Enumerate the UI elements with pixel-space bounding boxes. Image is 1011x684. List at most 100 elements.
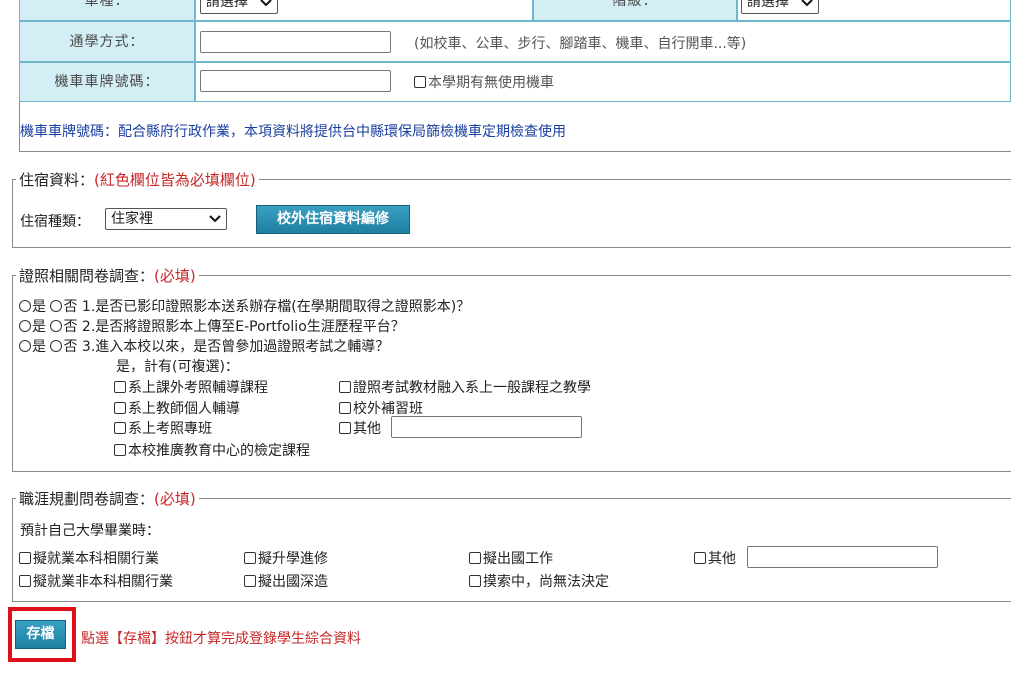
career-option-5-checkbox[interactable] [19, 575, 31, 587]
chevron-down-icon [209, 215, 221, 223]
no-motorcycle-option[interactable]: 本學期有無使用機車 [414, 72, 554, 92]
career-survey-legend-required: (必填) [154, 490, 196, 508]
license-option-7-checkbox[interactable] [114, 444, 126, 456]
license-option-5-checkbox[interactable] [114, 422, 126, 434]
license-option-6-label: 其他 [353, 421, 381, 437]
save-note: 點選【存檔】按鈕才算完成登錄學生綜合資料 [81, 631, 361, 647]
license-option-5[interactable]: 系上考照專班 [114, 418, 212, 438]
q2-yes-radio[interactable] [19, 320, 31, 332]
career-survey-legend: 職涯規劃問卷調查：(必填) [16, 488, 199, 509]
commute-label-text: 通學方式： [69, 34, 145, 50]
q3-yes-radio[interactable] [19, 340, 31, 352]
q1-text: 1.是否已影印證照影本送系辦存檔(在學期間取得之證照影本)？ [81, 299, 471, 315]
license-option-5-label: 系上考照專班 [128, 421, 212, 437]
q1-yes-label: 是 [32, 299, 46, 315]
career-option-3[interactable]: 擬出國工作 [469, 548, 553, 568]
q2-text: 2.是否將證照影本上傳至E-Portfolio生涯歷程平台？ [81, 319, 405, 335]
career-option-3-checkbox[interactable] [469, 552, 481, 564]
lodging-legend-text: 住宿資料： [19, 171, 95, 189]
commute-input[interactable] [200, 31, 391, 53]
career-option-5-label: 擬就業非本科相關行業 [33, 574, 173, 590]
plate-label-text: 機車車牌號碼： [54, 74, 160, 90]
offcampus-lodging-edit-button[interactable]: 校外住宿資料編修 [256, 205, 410, 234]
career-option-1[interactable]: 擬就業本科相關行業 [19, 548, 159, 568]
plate-label: 機車車牌號碼： [19, 62, 195, 102]
career-option-4[interactable]: 其他 [694, 548, 736, 568]
rank-select-value: 請選擇 [747, 0, 789, 10]
career-option-2-label: 擬升學進修 [258, 551, 328, 567]
q3-no-label: 否 [63, 339, 78, 355]
career-option-2[interactable]: 擬升學進修 [244, 548, 328, 568]
license-option-1-checkbox[interactable] [114, 381, 126, 393]
license-sub-prompt: 是，計有(可複選)： [116, 359, 239, 375]
license-option-1[interactable]: 系上課外考照輔導課程 [114, 377, 268, 397]
license-option-3-label: 系上教師個人輔導 [128, 401, 240, 417]
license-survey-legend-text: 證照相關問卷調查： [19, 267, 155, 285]
license-option-2[interactable]: 證照考試教材融入系上一般課程之教學 [339, 377, 591, 397]
license-option-6-checkbox[interactable] [339, 422, 351, 434]
license-question-1: 是 否 1.是否已影印證照影本送系辦存檔(在學期間取得之證照影本)？ [19, 296, 470, 316]
plate-input[interactable] [200, 70, 391, 92]
q3-text: 3.進入本校以來，是否曾參加過證照考試之輔導？ [81, 339, 390, 355]
license-option-3[interactable]: 系上教師個人輔導 [114, 398, 240, 418]
career-option-3-label: 擬出國工作 [483, 551, 553, 567]
no-motorcycle-label: 本學期有無使用機車 [428, 75, 554, 91]
license-option-4-label: 校外補習班 [353, 401, 423, 417]
q1-no-radio[interactable] [50, 300, 63, 312]
career-other-input[interactable] [747, 546, 938, 568]
license-option-2-checkbox[interactable] [339, 381, 351, 393]
career-option-6-label: 擬出國深造 [258, 574, 328, 590]
career-option-6-checkbox[interactable] [244, 575, 256, 587]
license-option-4[interactable]: 校外補習班 [339, 398, 423, 418]
chevron-down-icon [260, 0, 272, 7]
vehicle-type-select[interactable]: 請選擇 [200, 0, 278, 14]
license-option-6[interactable]: 其他 [339, 418, 381, 438]
lodging-legend: 住宿資料：(紅色欄位皆為必填欄位) [16, 169, 259, 190]
license-option-7-label: 本校推廣教育中心的檢定課程 [128, 443, 310, 459]
license-question-3: 是 否 3.進入本校以來，是否曾參加過證照考試之輔導？ [19, 336, 389, 356]
q2-no-label: 否 [63, 319, 78, 335]
rank-select[interactable]: 請選擇 [741, 0, 819, 14]
license-option-3-checkbox[interactable] [114, 402, 126, 414]
career-option-5[interactable]: 擬就業非本科相關行業 [19, 571, 173, 591]
license-option-2-label: 證照考試教材融入系上一般課程之教學 [353, 380, 591, 396]
career-option-2-checkbox[interactable] [244, 552, 256, 564]
career-option-7-checkbox[interactable] [469, 575, 481, 587]
save-button[interactable]: 存檔 [15, 620, 66, 649]
vehicle-type-label: 車種： [19, 0, 195, 21]
license-survey-legend-required: (必填) [154, 267, 196, 285]
rank-label: 階級： [533, 0, 737, 21]
q2-yes-label: 是 [32, 319, 46, 335]
plate-note: 機車車牌號碼：配合縣府行政作業，本項資料將提供台中縣環保局篩檢機車定期檢查使用 [20, 124, 566, 140]
career-option-4-checkbox[interactable] [694, 552, 706, 564]
career-option-4-label: 其他 [708, 551, 736, 567]
q1-no-label: 否 [63, 299, 78, 315]
career-option-1-checkbox[interactable] [19, 552, 31, 564]
license-other-input[interactable] [391, 416, 582, 438]
rank-label-text: 階級： [612, 0, 658, 9]
license-option-1-label: 系上課外考照輔導課程 [128, 380, 268, 396]
career-prompt: 預計自己大學畢業時： [20, 523, 160, 539]
career-option-7-label: 摸索中，尚無法決定 [483, 574, 609, 590]
q3-no-radio[interactable] [50, 340, 63, 352]
career-option-1-label: 擬就業本科相關行業 [33, 551, 159, 567]
license-option-4-checkbox[interactable] [339, 402, 351, 414]
commute-label: 通學方式： [19, 21, 195, 62]
q1-yes-radio[interactable] [19, 300, 31, 312]
lodging-legend-required: (紅色欄位皆為必填欄位) [94, 171, 256, 189]
q2-no-radio[interactable] [50, 320, 63, 332]
career-option-6[interactable]: 擬出國深造 [244, 571, 328, 591]
lodging-type-label: 住宿種類： [20, 214, 90, 230]
license-question-2: 是 否 2.是否將證照影本上傳至E-Portfolio生涯歷程平台？ [19, 316, 405, 336]
commute-hint: (如校車、公車、步行、腳踏車、機車、自行開車...等) [414, 36, 747, 52]
q3-yes-label: 是 [32, 339, 46, 355]
no-motorcycle-checkbox[interactable] [414, 76, 426, 88]
career-survey-legend-text: 職涯規劃問卷調查： [19, 490, 155, 508]
license-survey-legend: 證照相關問卷調查：(必填) [16, 265, 199, 286]
chevron-down-icon [801, 0, 813, 7]
vehicle-type-label-text: 車種： [84, 0, 130, 9]
license-option-7[interactable]: 本校推廣教育中心的檢定課程 [114, 440, 310, 460]
career-option-7[interactable]: 摸索中，尚無法決定 [469, 571, 609, 591]
lodging-type-select-value: 住家裡 [111, 211, 153, 227]
lodging-type-select[interactable]: 住家裡 [105, 208, 227, 230]
